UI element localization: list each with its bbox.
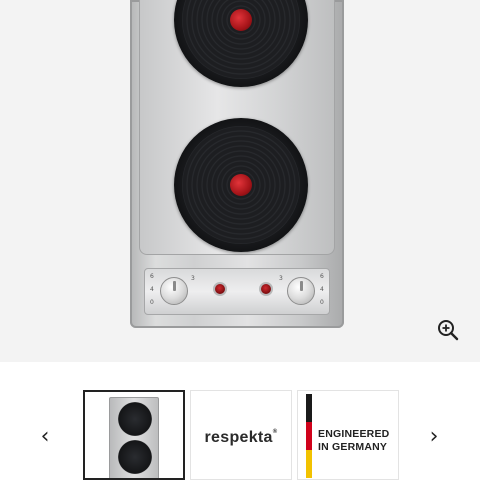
scale-mark: 0 [150, 299, 154, 306]
hotplate-bottom [174, 118, 308, 252]
scale-mark: 4 [150, 286, 154, 293]
badge-line-1: ENGINEERED [318, 428, 390, 440]
mini-hotplate [118, 402, 152, 436]
engineered-badge-text: ENGINEERED IN GERMANY [318, 428, 389, 454]
product-image-stage: 6 4 0 3 3 6 4 0 [0, 0, 480, 362]
scale-mark: 0 [320, 299, 324, 306]
chevron-right-icon[interactable]: › [424, 424, 444, 449]
right-knob [287, 277, 315, 305]
hotplate-red-dot [230, 9, 252, 31]
thumbnail-brand-logo[interactable]: respekta® [190, 390, 292, 480]
scale-mark: 3 [191, 275, 195, 282]
left-indicator-lamp [213, 282, 227, 296]
zoom-in-icon[interactable] [436, 318, 460, 342]
right-indicator-lamp [259, 282, 273, 296]
thumbnail-engineered-badge[interactable]: ENGINEERED IN GERMANY [297, 390, 399, 480]
scale-mark: 6 [320, 273, 324, 280]
hotplate-red-dot [230, 174, 252, 196]
badge-line-2: IN GERMANY [318, 441, 388, 453]
thumbnail-product[interactable] [83, 390, 185, 480]
scale-mark: 4 [320, 286, 324, 293]
brand-logo: respekta® [204, 429, 278, 446]
control-panel: 6 4 0 3 3 6 4 0 [144, 268, 330, 315]
mini-hotplate [118, 440, 152, 474]
left-knob [160, 277, 188, 305]
german-flag-icon [306, 394, 312, 478]
thumbnail-cooktop-image [109, 397, 159, 478]
thumbnail-strip: ‹ respekta® ENGINEERED IN GERMANY › [0, 362, 480, 480]
scale-mark: 3 [279, 275, 283, 282]
scale-mark: 6 [150, 273, 154, 280]
chevron-left-icon[interactable]: ‹ [35, 424, 55, 449]
